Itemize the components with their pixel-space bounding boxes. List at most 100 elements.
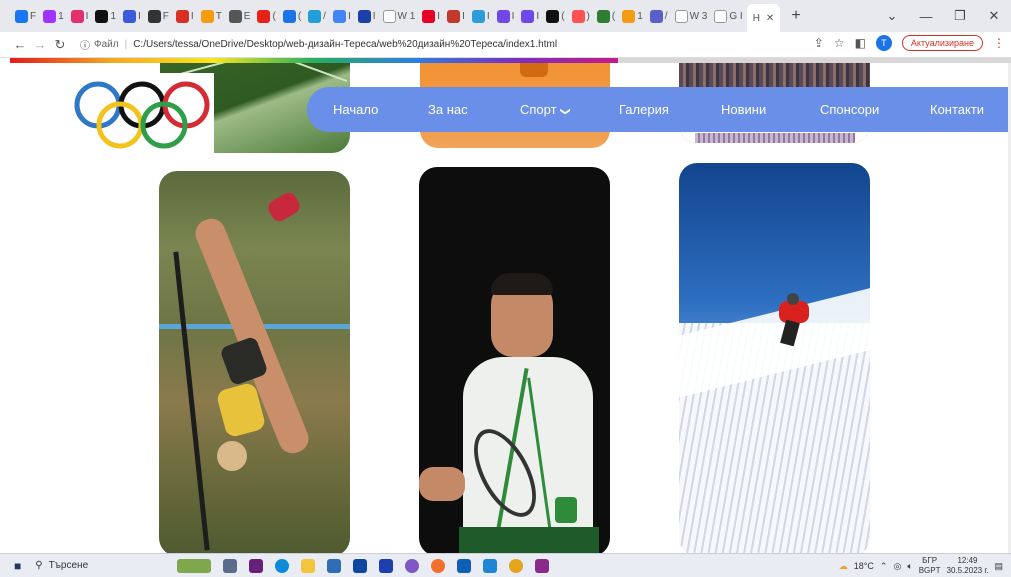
vscode-icon[interactable] (483, 558, 498, 573)
info-icon[interactable]: ⓘ (80, 37, 90, 52)
menu-label: За нас (428, 102, 468, 117)
firefox-icon[interactable] (431, 558, 446, 573)
menu-label: Галерия (619, 102, 669, 117)
update-button[interactable]: Актуализиране (901, 35, 983, 51)
menu-sport[interactable]: Спорт ❯ (520, 102, 570, 117)
browser-tab[interactable]: 1 (619, 5, 646, 27)
back-icon[interactable]: ← (10, 37, 30, 52)
notifications-icon[interactable]: ▤ (994, 561, 1003, 572)
dropbox-icon[interactable] (353, 558, 368, 573)
browser-tab[interactable]: ) (569, 5, 593, 27)
browser-tab[interactable]: W 1 (380, 5, 419, 27)
restore-icon[interactable]: ❐ (943, 8, 977, 24)
windows-start-icon[interactable]: ■ (14, 559, 21, 573)
new-tab-icon[interactable]: + (791, 7, 800, 25)
taskbar-search[interactable]: ⚲ Търсене (35, 560, 185, 571)
weather-icon[interactable]: ☁ (839, 561, 848, 572)
tab-label: I (190, 10, 194, 22)
network-icon[interactable]: ◎ (893, 561, 901, 572)
circle-app-icon (571, 9, 585, 23)
browser-tab[interactable]: ( (280, 5, 304, 27)
orange-app-icon (200, 9, 214, 23)
browser-tab[interactable]: G I (711, 5, 745, 27)
browser-tab[interactable]: / (647, 5, 671, 27)
browser-tab[interactable]: ( (254, 5, 278, 27)
tab-label: ( (611, 10, 616, 22)
tray-chevron-icon[interactable]: ⌃ (880, 561, 888, 572)
bookmark-star-icon[interactable]: ☆ (834, 36, 845, 50)
browser-tab[interactable]: I (444, 5, 468, 27)
browser-tab[interactable]: I (68, 5, 92, 27)
forward-icon[interactable]: → (30, 37, 50, 52)
minimize-icon[interactable]: — (909, 9, 943, 24)
more-menu-icon[interactable]: ⋮ (993, 36, 1005, 50)
browser-tab[interactable]: 1 (92, 5, 119, 27)
tab-search-icon[interactable]: ⌄ (875, 8, 909, 24)
browser-tab[interactable]: F (145, 5, 172, 27)
visual-studio-icon[interactable] (249, 558, 264, 573)
reload-icon[interactable]: ↻ (50, 37, 70, 53)
weather-temp[interactable]: 18°C (854, 561, 874, 571)
task-view-icon[interactable] (223, 558, 238, 573)
browser-tab[interactable]: T (198, 5, 225, 27)
clock[interactable]: 12:49 30.5.2023 г. (947, 556, 989, 576)
gmail-icon (175, 9, 189, 23)
volume-icon[interactable]: 🔈︎ (907, 561, 912, 572)
tab-label: F (162, 10, 169, 22)
store-icon[interactable] (327, 558, 342, 573)
teams-icon (649, 9, 663, 23)
tab-label: 1 (110, 10, 117, 22)
youtube-icon (257, 9, 271, 23)
tab-label: I (372, 10, 376, 22)
green-app-icon (596, 9, 610, 23)
tab-label: I (486, 10, 490, 22)
browser-tab[interactable]: ( (543, 5, 567, 27)
browser-tab[interactable]: W 3 (672, 5, 711, 27)
red-app-icon (447, 9, 461, 23)
skier-photo (679, 163, 870, 553)
menu-sponsors[interactable]: Спонсори (820, 102, 879, 117)
url-field[interactable]: ⓘ Файл | C:/Users/tessa/OneDrive/Desktop… (80, 37, 557, 52)
tab-label: W 1 (397, 10, 416, 22)
browser-tab[interactable]: I (494, 5, 518, 27)
browser-tab[interactable]: E (226, 5, 254, 27)
photos-icon[interactable] (405, 558, 420, 573)
b-app-icon[interactable] (379, 558, 394, 573)
messenger-icon (43, 9, 57, 23)
settings-app-icon (228, 9, 242, 23)
black-app-icon (546, 9, 560, 23)
browser-tab[interactable]: F (12, 5, 39, 27)
tab-label: I (536, 10, 540, 22)
tab-label: ( (272, 10, 276, 22)
side-panel-icon[interactable]: ◧ (855, 36, 866, 50)
browser-tab[interactable]: I (355, 5, 379, 27)
tab-label: ) (586, 10, 590, 22)
browser-tab[interactable]: I (518, 5, 542, 27)
close-tab-icon[interactable]: ✕ (766, 13, 774, 24)
active-tab[interactable]: H ✕ (746, 4, 781, 32)
menu-gallery[interactable]: Галерия (619, 102, 669, 117)
browser-tab[interactable]: I (120, 5, 144, 27)
share-icon[interactable]: ⇪ (814, 36, 824, 50)
menu-home[interactable]: Начало (333, 102, 378, 117)
edge-icon[interactable] (275, 558, 290, 573)
file-explorer-icon[interactable] (301, 558, 316, 573)
winrar-icon[interactable] (535, 558, 550, 573)
language-indicator[interactable]: БГР BGPT (919, 556, 941, 576)
menu-news[interactable]: Новини (721, 102, 766, 117)
browser-tab[interactable]: I (419, 5, 443, 27)
mail-app-icon[interactable] (457, 558, 472, 573)
chrome-icon[interactable] (509, 558, 524, 573)
menu-contacts[interactable]: Контакти (930, 102, 984, 117)
github-icon (147, 9, 161, 23)
close-window-icon[interactable]: ✕ (977, 8, 1011, 24)
browser-tab[interactable]: I (173, 5, 197, 27)
browser-tab[interactable]: ( (594, 5, 618, 27)
browser-tab[interactable]: 1 (40, 5, 67, 27)
browser-tab[interactable]: I (469, 5, 493, 27)
browser-tab[interactable]: I (330, 5, 354, 27)
profile-avatar[interactable]: T (875, 35, 892, 51)
menu-about[interactable]: За нас (428, 102, 468, 117)
olympic-logo[interactable] (70, 73, 214, 155)
browser-tab[interactable]: / (305, 5, 329, 27)
